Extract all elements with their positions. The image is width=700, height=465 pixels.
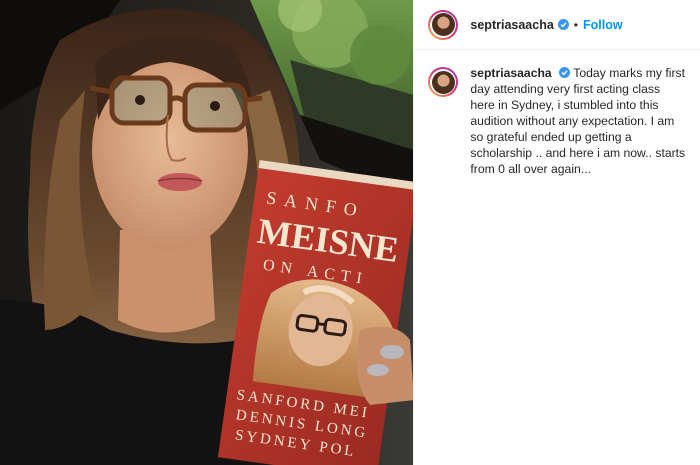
header-username[interactable]: septriasaacha <box>470 18 553 32</box>
verified-badge-icon <box>559 67 571 78</box>
caption-avatar[interactable] <box>428 67 459 97</box>
follow-button[interactable]: Follow <box>583 18 623 32</box>
post-sidebar: septriasaacha • Follow septriasaacha Tod… <box>413 0 700 465</box>
caption-username[interactable]: septriasaacha <box>470 66 551 80</box>
post-header: septriasaacha • Follow <box>414 0 700 50</box>
post-caption: septriasaacha Today marks my first day a… <box>414 50 700 177</box>
instagram-post: SANFO MEISNE ON ACTI SANFORD MEI DENNIS … <box>0 0 700 465</box>
caption-body: Today marks my first day attending very … <box>470 66 686 176</box>
post-photo[interactable]: SANFO MEISNE ON ACTI SANFORD MEI DENNIS … <box>0 0 414 465</box>
selfie-image: SANFO MEISNE ON ACTI SANFORD MEI DENNIS … <box>0 0 414 465</box>
avatar[interactable] <box>428 9 459 40</box>
verified-badge-icon <box>557 19 569 30</box>
separator-dot: • <box>573 17 578 32</box>
caption-text: septriasaacha Today marks my first day a… <box>470 65 685 177</box>
